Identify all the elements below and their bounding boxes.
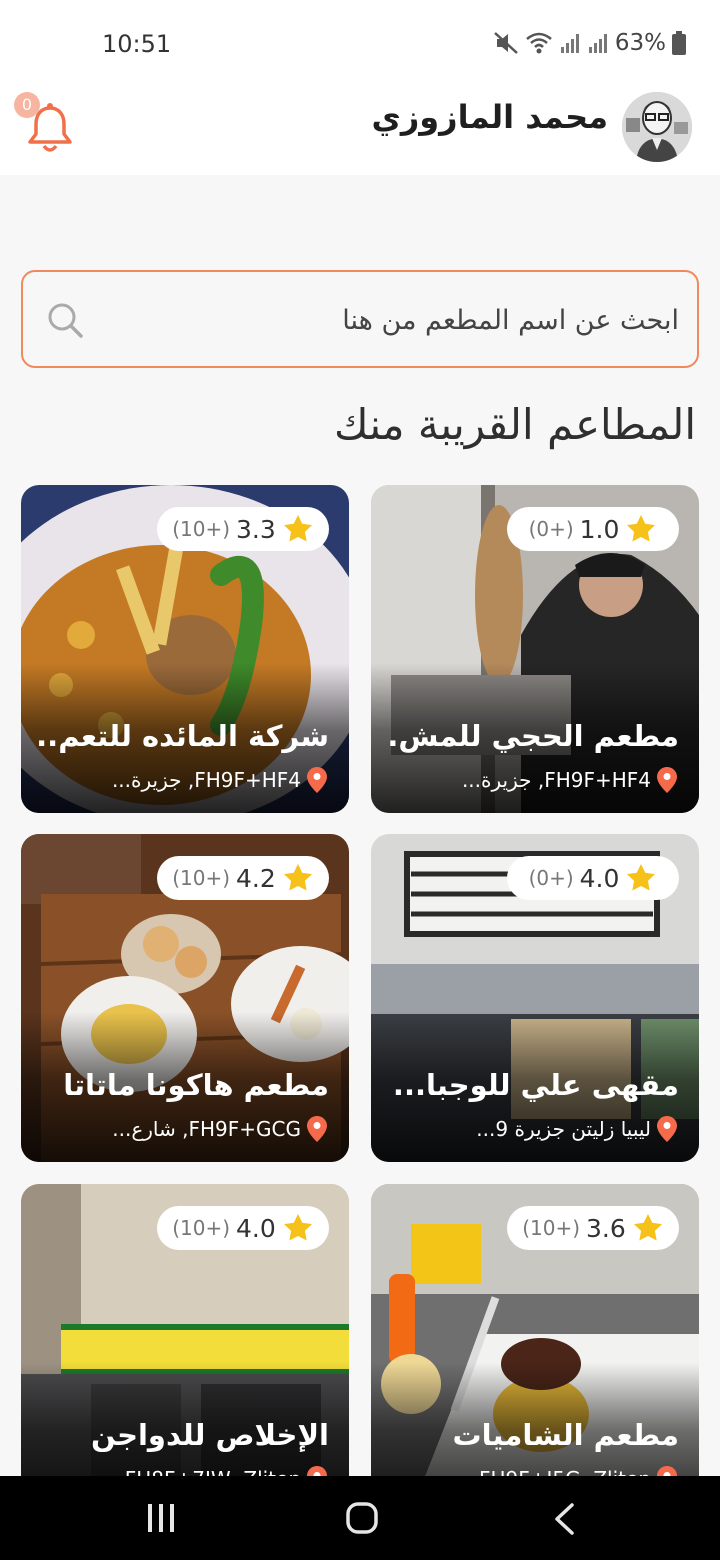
recent-apps-icon[interactable] (146, 1502, 176, 1534)
restaurant-name: مقهى علي للوجبا... (392, 1068, 679, 1102)
section-title: المطاعم القريبة منك (333, 400, 696, 449)
review-count: (0+) (528, 517, 574, 541)
status-time: 10:51 (102, 30, 172, 58)
star-icon (283, 515, 312, 542)
star-icon (627, 515, 656, 542)
user-avatar[interactable] (622, 92, 692, 162)
back-icon[interactable] (552, 1502, 576, 1536)
star-icon (283, 1214, 312, 1241)
search-icon[interactable] (45, 300, 85, 340)
rating-value: 3.3 (236, 514, 276, 544)
restaurant-card[interactable]: (0+) 1.0 مطعم الحجي للمش... FH9F+HF4, جز… (371, 485, 699, 813)
restaurant-address: FH9F+HF4, جزيرة... (461, 768, 651, 792)
review-count: (10+) (522, 1216, 581, 1240)
restaurant-location: FH9F+GCG, شارع... (37, 1116, 327, 1142)
restaurant-name: مطعم الحجي للمش... (389, 719, 679, 753)
rating-value: 4.0 (236, 1213, 276, 1243)
restaurant-card[interactable]: (0+) 4.0 مقهى علي للوجبا... ليبيا زليتن … (371, 834, 699, 1162)
restaurant-name: الإخلاص للدواجن (90, 1418, 329, 1452)
location-pin-icon (307, 1116, 327, 1142)
review-count: (10+) (172, 517, 231, 541)
restaurant-location: FH9F+HF4, جزيرة... (37, 767, 327, 793)
rating-badge: (10+) 4.0 (157, 1206, 329, 1250)
review-count: (10+) (172, 1216, 231, 1240)
star-icon (627, 864, 656, 891)
restaurant-card[interactable]: (10+) 3.6 مطعم الشاميات FH9F+J5G, Zliten (371, 1184, 699, 1512)
user-name: محمد المازوزي (371, 98, 608, 136)
mute-icon (494, 32, 518, 54)
rating-value: 4.0 (579, 863, 620, 893)
rating-badge: (10+) 4.2 (157, 856, 329, 900)
battery-icon (672, 31, 686, 55)
notification-badge: 0 (14, 92, 40, 118)
review-count: (10+) (172, 866, 231, 890)
signal-icon (560, 34, 579, 53)
restaurant-card[interactable]: (10+) 4.2 مطعم هاكونا ماتاتا FH9F+GCG, ش… (21, 834, 349, 1162)
system-nav-bar (0, 1476, 720, 1560)
rating-value: 1.0 (579, 514, 620, 544)
battery-percent: 63% (614, 30, 666, 56)
wifi-icon (526, 32, 552, 54)
restaurant-address: FH9F+HF4, جزيرة... (111, 768, 301, 792)
restaurant-location: FH9F+HF4, جزيرة... (387, 767, 677, 793)
star-icon (283, 864, 312, 891)
review-count: (0+) (528, 866, 574, 890)
rating-value: 4.2 (236, 863, 276, 893)
home-icon[interactable] (345, 1501, 379, 1535)
restaurant-location: ليبيا زليتن جزيرة 9... (387, 1116, 677, 1142)
restaurant-card[interactable]: (10+) 3.3 شركة المائده للتعم... FH9F+HF4… (21, 485, 349, 813)
rating-value: 3.6 (586, 1213, 626, 1243)
search-input[interactable] (119, 292, 679, 348)
rating-badge: (0+) 1.0 (507, 507, 679, 551)
rating-badge: (0+) 4.0 (507, 856, 679, 900)
rating-badge: (10+) 3.3 (157, 507, 329, 551)
restaurant-name: شركة المائده للتعم... (39, 719, 329, 753)
location-pin-icon (307, 767, 327, 793)
location-pin-icon (657, 1116, 677, 1142)
restaurant-name: مطعم الشاميات (452, 1418, 679, 1452)
location-pin-icon (657, 767, 677, 793)
signal-icon (588, 34, 607, 53)
search-bar[interactable] (21, 270, 699, 368)
restaurant-name: مطعم هاكونا ماتاتا (63, 1068, 329, 1102)
app-header: محمد المازوزي 0 (0, 70, 720, 175)
status-icons: 63% (493, 30, 686, 56)
rating-badge: (10+) 3.6 (507, 1206, 679, 1250)
restaurant-address: FH9F+GCG, شارع... (112, 1117, 301, 1141)
restaurant-card[interactable]: (10+) 4.0 الإخلاص للدواجن FH8F+7JW, Zlit… (21, 1184, 349, 1512)
star-icon (633, 1214, 662, 1241)
restaurant-address: ليبيا زليتن جزيرة 9... (476, 1117, 651, 1141)
